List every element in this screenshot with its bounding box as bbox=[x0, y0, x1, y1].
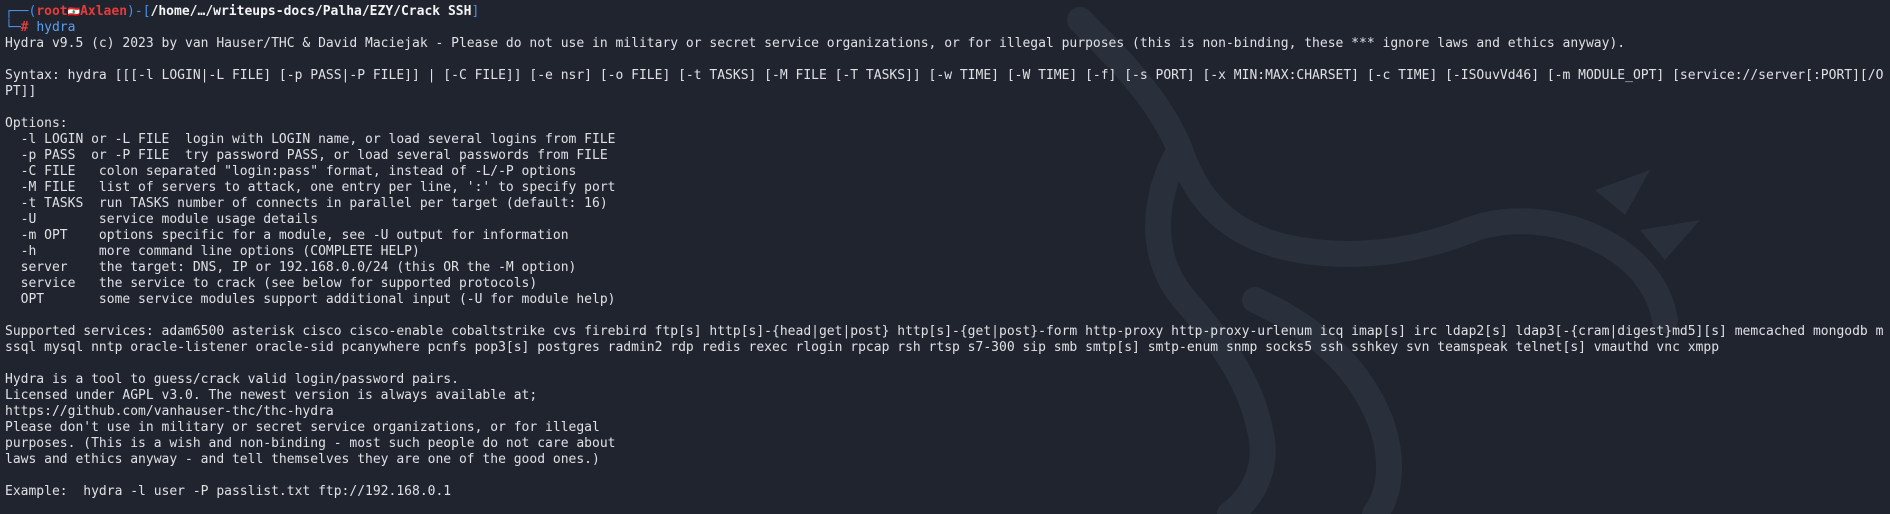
prompt-corner-top: ┌──( bbox=[5, 4, 37, 19]
option-line: -h more command line options (COMPLETE H… bbox=[5, 244, 420, 259]
option-line: OPT some service modules support additio… bbox=[5, 292, 616, 307]
about-line: laws and ethics anyway - and tell themse… bbox=[5, 452, 600, 467]
command-text: hydra bbox=[36, 20, 76, 35]
option-line: service the service to crack (see below … bbox=[5, 276, 538, 291]
flag-icon: 🇱🇧 bbox=[67, 7, 81, 18]
terminal-output: ┌──(root🇱🇧Axlaen)-[/home/…/writeups-docs… bbox=[5, 4, 1886, 500]
option-line: -U service module usage details bbox=[5, 212, 319, 227]
option-line: -C FILE colon separated "login:pass" for… bbox=[5, 164, 577, 179]
option-line: -m OPT options specific for a module, se… bbox=[5, 228, 569, 243]
prompt-host: Axlaen bbox=[80, 4, 128, 19]
options-header: Options: bbox=[5, 116, 68, 131]
example-text: Example: hydra -l user -P passlist.txt f… bbox=[5, 484, 452, 499]
about-line: Hydra is a tool to guess/crack valid log… bbox=[5, 372, 459, 387]
prompt-close-bracket: ] bbox=[471, 4, 480, 19]
syntax-text: Syntax: hydra [[[-l LOGIN|-L FILE] [-p P… bbox=[5, 68, 1884, 99]
prompt-corner-bottom: └─ bbox=[5, 20, 21, 35]
option-line: -p PASS or -P FILE try password PASS, or… bbox=[5, 148, 608, 163]
prompt-user: root bbox=[36, 4, 68, 19]
about-line: Please don't use in military or secret s… bbox=[5, 420, 600, 435]
option-line: -t TASKS run TASKS number of connects in… bbox=[5, 196, 608, 211]
prompt-line: ┌──(root🇱🇧Axlaen)-[/home/…/writeups-docs… bbox=[5, 4, 1886, 20]
terminal-window[interactable]: ┌──(root🇱🇧Axlaen)-[/home/…/writeups-docs… bbox=[0, 0, 1890, 514]
command-line: └─# hydra bbox=[5, 20, 1886, 36]
option-line: server the target: DNS, IP or 192.168.0.… bbox=[5, 260, 577, 275]
prompt-close-paren: )-[ bbox=[127, 4, 151, 19]
about-url: https://github.com/vanhauser-thc/thc-hyd… bbox=[5, 404, 334, 419]
supported-services-text: Supported services: adam6500 asterisk ci… bbox=[5, 324, 1884, 355]
about-line: Licensed under AGPL v3.0. The newest ver… bbox=[5, 388, 538, 403]
prompt-hash: # bbox=[20, 20, 37, 35]
option-line: -l LOGIN or -L FILE login with LOGIN nam… bbox=[5, 132, 616, 147]
banner-text: Hydra v9.5 (c) 2023 by van Hauser/THC & … bbox=[5, 36, 1626, 51]
prompt-path: /home/…/writeups-docs/Palha/EZY/Crack SS… bbox=[150, 4, 472, 19]
about-line: purposes. (This is a wish and non-bindin… bbox=[5, 436, 616, 451]
option-line: -M FILE list of servers to attack, one e… bbox=[5, 180, 616, 195]
